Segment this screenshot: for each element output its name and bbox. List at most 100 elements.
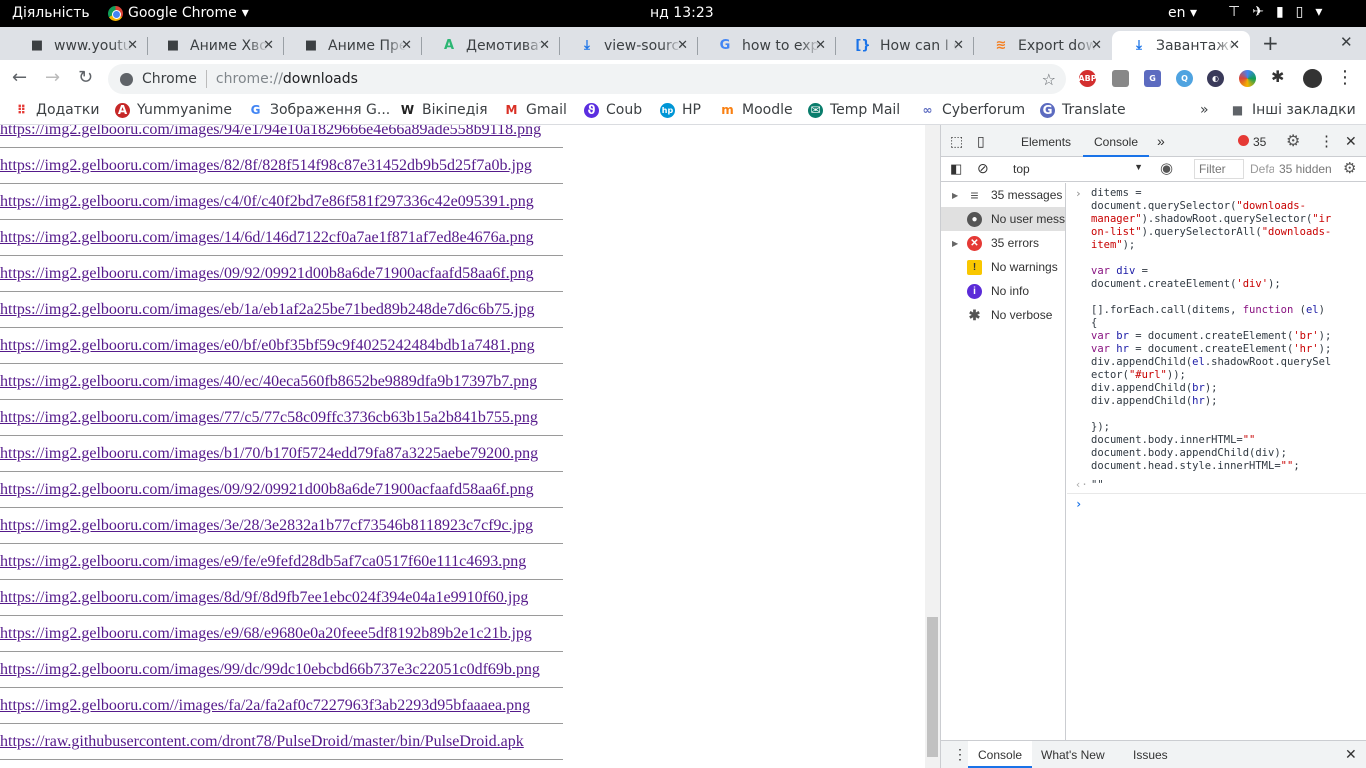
forward-button[interactable]: → xyxy=(45,67,60,88)
menu-kebab-icon[interactable]: ⋮ xyxy=(1336,67,1354,88)
bookmark-star-icon[interactable]: ☆ xyxy=(1042,70,1056,89)
clock[interactable]: нд 13:23 xyxy=(650,5,714,21)
tab-7[interactable]: [} How can I e ✕ xyxy=(836,31,974,60)
drawer-tab-console[interactable]: Console xyxy=(968,741,1033,768)
drawer-tab-whats-new[interactable]: What's New xyxy=(1041,748,1105,762)
bookmark-9[interactable]: ✉ Temp Mail xyxy=(808,102,900,118)
close-drawer-icon[interactable]: ✕ xyxy=(1345,746,1357,763)
download-url-link[interactable]: https://img2.gelbooru.com/images/e9/68/e… xyxy=(0,625,532,643)
address-bar[interactable]: Chrome chrome://downloads ☆ xyxy=(108,64,1066,94)
page-scrollbar[interactable] xyxy=(925,125,940,768)
download-url-link[interactable]: https://img2.gelbooru.com/images/99/dc/9… xyxy=(0,661,540,679)
more-tabs-icon[interactable]: » xyxy=(1157,133,1165,149)
tab-close-icon[interactable]: ✕ xyxy=(1229,38,1240,53)
activities-button[interactable]: Діяльність xyxy=(12,5,90,21)
bookmark-6[interactable]: ϑ Coub xyxy=(584,102,642,118)
kebab-menu-icon[interactable]: ⋮ xyxy=(1319,132,1334,150)
download-url-link[interactable]: https://img2.gelbooru.com/images/e0/bf/e… xyxy=(0,337,535,355)
bookmark-2[interactable]: A Yummyanime xyxy=(115,102,232,118)
sidebar-item[interactable]: ▶ ≡ 35 messages xyxy=(941,183,1065,207)
drawer-menu-icon[interactable]: ⋮ xyxy=(953,746,967,763)
tab-3[interactable]: ■ Аниме Президент✕ xyxy=(284,31,422,60)
tab-close-icon[interactable]: ✕ xyxy=(401,38,412,53)
scrollbar-thumb[interactable] xyxy=(927,617,938,757)
device-toolbar-icon[interactable]: ▯ xyxy=(977,133,985,150)
download-url-link[interactable]: https://img2.gelbooru.com/images/77/c5/7… xyxy=(0,409,538,427)
bookmarks-overflow-button[interactable]: » xyxy=(1200,102,1209,118)
download-url-link[interactable]: https://img2.gelbooru.com/images/e9/fe/e… xyxy=(0,553,526,571)
download-url-link[interactable]: https://img2.gelbooru.com//images/fa/2a/… xyxy=(0,697,530,715)
download-url-link[interactable]: https://img2.gelbooru.com/images/09/92/0… xyxy=(0,481,534,499)
tab-4[interactable]: A Демотиватор✕ xyxy=(422,31,560,60)
other-bookmarks-folder[interactable]: ■ Інші закладки xyxy=(1230,102,1356,118)
tab-2[interactable]: ■ Аниме Хвост✕ xyxy=(146,31,284,60)
translate-icon[interactable]: G xyxy=(1144,70,1161,87)
compass-extension-icon[interactable] xyxy=(1239,70,1256,87)
new-tab-button[interactable]: + xyxy=(1262,31,1279,55)
filter-input[interactable] xyxy=(1194,159,1244,179)
sidebar-item[interactable]: ✱ No verbose xyxy=(941,303,1065,327)
tab-close-icon[interactable]: ✕ xyxy=(677,38,688,53)
tab-close-icon[interactable]: ✕ xyxy=(1091,38,1102,53)
tab-close-icon[interactable]: ✕ xyxy=(263,38,274,53)
error-count[interactable]: 35 xyxy=(1253,135,1266,149)
bookmark-8[interactable]: m Moodle xyxy=(720,102,792,118)
back-button[interactable]: ← xyxy=(12,67,27,88)
extensions-puzzle-icon[interactable]: ✱ xyxy=(1271,67,1284,86)
inspect-element-icon[interactable]: ⬚ xyxy=(950,133,963,150)
tab-1[interactable]: ■ www.youtube✕ xyxy=(10,31,148,60)
adblock-icon[interactable]: ABP xyxy=(1078,70,1097,87)
tab-9[interactable]: ⤓ Завантаження✕ xyxy=(1112,31,1250,60)
download-url-link[interactable]: https://img2.gelbooru.com/images/40/ec/4… xyxy=(0,373,537,391)
sidebar-item[interactable]: ! No warnings xyxy=(941,255,1065,279)
tab-close-icon[interactable]: ✕ xyxy=(815,38,826,53)
bookmark-7[interactable]: hp HP xyxy=(660,102,701,118)
download-url-link[interactable]: https://raw.githubusercontent.com/dront7… xyxy=(0,733,524,751)
live-expression-eye-icon[interactable]: ◉ xyxy=(1160,159,1173,177)
clear-console-icon[interactable]: ⊘ xyxy=(977,160,989,177)
download-url-link[interactable]: https://img2.gelbooru.com/images/c4/0f/c… xyxy=(0,193,534,211)
tab-5[interactable]: ⤓ view-source ✕ xyxy=(560,31,698,60)
download-url-link[interactable]: https://img2.gelbooru.com/images/eb/1a/e… xyxy=(0,301,535,319)
download-url-link[interactable]: https://img2.gelbooru.com/images/94/e1/9… xyxy=(0,125,541,139)
console-output[interactable]: › ditems = document.querySelector("downlo… xyxy=(1067,183,1366,740)
expand-triangle-icon[interactable]: ▶ xyxy=(952,239,958,248)
tab-close-icon[interactable]: ✕ xyxy=(127,38,138,53)
sidebar-item[interactable]: i No info xyxy=(941,279,1065,303)
download-url-link[interactable]: https://img2.gelbooru.com/images/8d/9f/8… xyxy=(0,589,528,607)
drawer-tab-issues[interactable]: Issues xyxy=(1133,748,1168,762)
settings-gear-icon[interactable]: ⚙ xyxy=(1286,131,1300,151)
download-url-link[interactable]: https://img2.gelbooru.com/images/14/6d/1… xyxy=(0,229,534,247)
window-close-button[interactable]: ✕ xyxy=(1340,33,1353,51)
bookmark-3[interactable]: G Зображення G... xyxy=(248,102,391,118)
search-extension-icon[interactable]: Q xyxy=(1176,70,1193,87)
extension-icon[interactable] xyxy=(1112,70,1129,87)
download-url-link[interactable]: https://img2.gelbooru.com/images/b1/70/b… xyxy=(0,445,538,463)
download-url-link[interactable]: https://img2.gelbooru.com/images/82/8f/8… xyxy=(0,157,532,175)
tab-6[interactable]: Ghow to export✕ xyxy=(698,31,836,60)
bookmark-5[interactable]: M Gmail xyxy=(504,102,567,118)
app-menu[interactable]: Google Chrome ▾ xyxy=(108,5,249,21)
download-url-link[interactable]: https://img2.gelbooru.com/images/3e/28/3… xyxy=(0,517,533,535)
reload-button[interactable]: ↻ xyxy=(78,67,93,88)
tab-console[interactable]: Console xyxy=(1083,125,1149,157)
log-levels-dropdown[interactable]: Default levels xyxy=(1250,162,1274,176)
bookmark-10[interactable]: ∞ Cyberforum xyxy=(920,102,1026,118)
profile-avatar[interactable] xyxy=(1303,69,1322,88)
context-selector[interactable]: top ▼ xyxy=(1013,162,1143,176)
sidebar-toggle-icon[interactable]: ◧ xyxy=(950,161,962,177)
expand-triangle-icon[interactable]: ▶ xyxy=(952,191,958,200)
tab-8[interactable]: ≋ Export down✕ xyxy=(974,31,1112,60)
tab-close-icon[interactable]: ✕ xyxy=(539,38,550,53)
console-prompt[interactable]: › xyxy=(1075,497,1082,511)
sidebar-item[interactable]: ● No user messages xyxy=(941,207,1065,231)
sidebar-item[interactable]: ▶ ✕ 35 errors xyxy=(941,231,1065,255)
tab-elements[interactable]: Elements xyxy=(1021,135,1071,149)
console-settings-gear-icon[interactable]: ⚙ xyxy=(1343,159,1356,177)
bookmark-1[interactable]: ⠿ Додатки xyxy=(14,102,100,118)
audio-extension-icon[interactable]: ◐ xyxy=(1207,70,1224,87)
tab-close-icon[interactable]: ✕ xyxy=(953,38,964,53)
close-devtools-icon[interactable]: ✕ xyxy=(1345,133,1357,150)
bookmark-4[interactable]: W Вікіпедія xyxy=(400,102,488,118)
system-tray[interactable]: ⊤ ✈ ▮ ▯ ▾ xyxy=(1228,4,1322,20)
